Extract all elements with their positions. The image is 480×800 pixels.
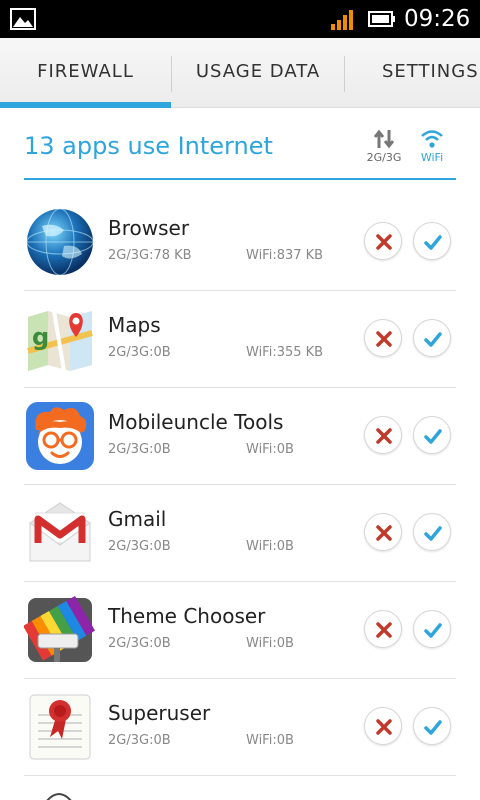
- app-name: Maps: [108, 313, 161, 337]
- wifi-usage: WiFi:837 KB: [246, 248, 324, 263]
- cross-icon: [376, 719, 392, 735]
- check-icon: [424, 429, 442, 444]
- tab-settings[interactable]: SETTINGS: [345, 38, 480, 108]
- mobile-usage: 2G/3G:0B: [108, 636, 171, 651]
- app-name: Mobileuncle Tools: [108, 410, 284, 434]
- tab-bar: FIREWALL USAGE DATA SETTINGS: [0, 38, 480, 108]
- mobile-usage: 2G/3G:0B: [108, 539, 171, 554]
- wifi-usage: WiFi:0B: [246, 442, 294, 457]
- cross-icon: [376, 234, 392, 250]
- mobile-usage: 2G/3G:0B: [108, 442, 171, 457]
- cross-icon: [376, 331, 392, 347]
- svg-text:g: g: [32, 323, 49, 351]
- list-header: 13 apps use Internet 2G/3G WiFi: [24, 108, 456, 180]
- check-icon: [424, 623, 442, 638]
- cross-icon: [376, 428, 392, 444]
- app-name: Gmail: [108, 507, 167, 531]
- wifi-label: WiFi: [420, 151, 444, 164]
- app-name: Browser: [108, 216, 190, 240]
- allow-wifi-button[interactable]: [413, 319, 451, 357]
- allow-wifi-button[interactable]: [413, 707, 451, 745]
- check-icon: [424, 720, 442, 735]
- clock: 09:26: [404, 6, 471, 32]
- signal-icon: [331, 10, 353, 30]
- allow-wifi-button[interactable]: [413, 222, 451, 260]
- block-mobile-button[interactable]: [364, 707, 402, 745]
- check-icon: [424, 526, 442, 541]
- paint-roller-icon: [24, 595, 95, 662]
- list-item[interactable]: Superuser 2G/3G:0B WiFi:0B: [0, 679, 480, 776]
- list-item-partial[interactable]: [0, 776, 480, 800]
- battery-icon: [368, 11, 395, 27]
- allow-wifi-button[interactable]: [413, 513, 451, 551]
- mobile-usage: 2G/3G:78 KB: [108, 248, 192, 263]
- mail-icon: [29, 502, 91, 562]
- certificate-icon: [29, 694, 91, 760]
- cross-icon: [376, 525, 392, 541]
- wifi-column-header: WiFi: [412, 128, 452, 164]
- tab-usage-data[interactable]: USAGE DATA: [172, 38, 344, 108]
- block-mobile-button[interactable]: [364, 610, 402, 648]
- list-item[interactable]: g Maps 2G/3G:0B WiFi:355 KB: [0, 291, 480, 388]
- wifi-usage: WiFi:0B: [246, 733, 294, 748]
- status-bar: 09:26: [0, 0, 480, 38]
- check-icon: [424, 332, 442, 347]
- mobile-usage: 2G/3G:0B: [108, 733, 171, 748]
- mobile-label: 2G/3G: [366, 151, 402, 164]
- face-icon: [26, 402, 94, 470]
- list-item[interactable]: Gmail 2G/3G:0B WiFi:0B: [0, 485, 480, 582]
- wifi-usage: WiFi:355 KB: [246, 345, 324, 360]
- tab-firewall[interactable]: FIREWALL: [0, 38, 171, 108]
- block-mobile-button[interactable]: [364, 222, 402, 260]
- list-item[interactable]: Theme Chooser 2G/3G:0B WiFi:0B: [0, 582, 480, 679]
- cross-icon: [376, 622, 392, 638]
- globe-icon: [26, 208, 94, 276]
- allow-wifi-button[interactable]: [413, 610, 451, 648]
- list-item[interactable]: Mobileuncle Tools 2G/3G:0B WiFi:0B: [0, 388, 480, 485]
- block-mobile-button[interactable]: [364, 319, 402, 357]
- maps-icon: g: [27, 310, 93, 372]
- gallery-icon: [10, 8, 36, 30]
- apps-count-title: 13 apps use Internet: [24, 132, 273, 160]
- wifi-usage: WiFi:0B: [246, 539, 294, 554]
- app-name: Superuser: [108, 701, 211, 725]
- app-icon-partial: [46, 793, 72, 800]
- check-icon: [424, 235, 442, 250]
- wifi-icon: [421, 130, 443, 148]
- swap-arrows-icon: [373, 129, 395, 149]
- mobile-column-header: 2G/3G: [364, 128, 404, 164]
- block-mobile-button[interactable]: [364, 513, 402, 551]
- mobile-usage: 2G/3G:0B: [108, 345, 171, 360]
- app-name: Theme Chooser: [108, 604, 266, 628]
- wifi-usage: WiFi:0B: [246, 636, 294, 651]
- list-item[interactable]: Browser 2G/3G:78 KB WiFi:837 KB: [0, 194, 480, 291]
- allow-wifi-button[interactable]: [413, 416, 451, 454]
- block-mobile-button[interactable]: [364, 416, 402, 454]
